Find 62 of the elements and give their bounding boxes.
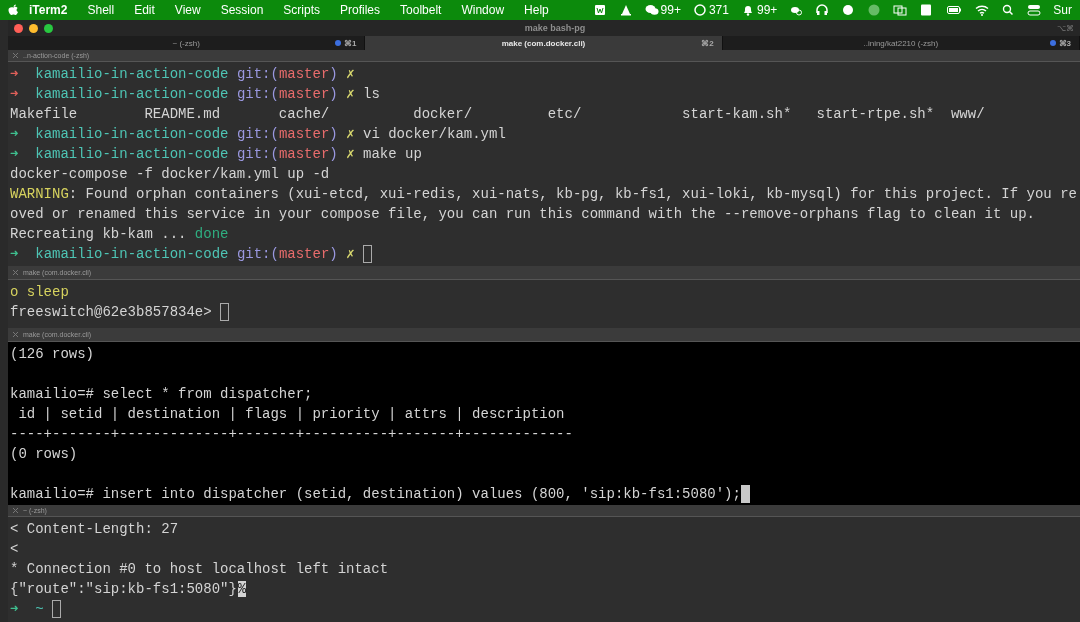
terminal-line: oved or renamed this service in your compose file, you can run this command with the --remove-orphans flag to clean it up. bbox=[10, 205, 1035, 224]
terminal-line: kamailio=# select * from dispatcher; bbox=[10, 385, 313, 404]
terminal-line: kamailio=# insert into dispatcher (setid, destination) values (800, 'sip:kb-fs1:5080'); bbox=[10, 484, 750, 504]
tab-shortcut: ⌘3 bbox=[1058, 38, 1071, 48]
terminal-line: ➜ kamailio-in-action-code git:(master) ✗ bbox=[10, 65, 355, 84]
menu-item[interactable]: Edit bbox=[124, 3, 165, 17]
traffic-cone-icon[interactable] bbox=[618, 4, 633, 16]
chat-bubbles-icon[interactable] bbox=[644, 4, 659, 16]
close-icon[interactable] bbox=[12, 507, 19, 514]
input-source-icon[interactable] bbox=[919, 4, 934, 16]
tab[interactable]: make (com.docker.cli) ⌘2 bbox=[365, 36, 723, 50]
menu-item[interactable]: Help bbox=[514, 3, 559, 17]
terminal-line: docker-compose -f docker/kam.yml up -d bbox=[10, 165, 330, 184]
cloud-clock-icon[interactable] bbox=[789, 4, 804, 16]
zoom-window-button[interactable] bbox=[44, 23, 53, 33]
badge-count: 99+ bbox=[660, 3, 681, 17]
menu-item[interactable]: Shell bbox=[77, 3, 125, 17]
terminal-line: (126 rows) bbox=[10, 345, 94, 364]
speech-bubble-icon[interactable] bbox=[692, 4, 707, 16]
tab-shortcut: ⌘2 bbox=[701, 38, 714, 48]
battery-icon[interactable] bbox=[945, 4, 964, 16]
document-icon[interactable] bbox=[592, 4, 607, 16]
menu-item[interactable]: Scripts bbox=[273, 3, 331, 17]
terminal-line: < bbox=[10, 540, 19, 559]
close-icon[interactable] bbox=[12, 269, 19, 276]
terminal-line: ➜ kamailio-in-action-code git:(master) ✗ ls bbox=[10, 85, 380, 104]
terminal-line: ➜ kamailio-in-action-code git:(master) ✗ make up bbox=[10, 145, 422, 164]
terminal-line: < Content-Length: 27 bbox=[10, 520, 179, 539]
terminal-line: ----+-------+-------------+-------+----------+-------+------------- bbox=[10, 425, 573, 444]
terminal-line: (0 rows) bbox=[10, 445, 78, 464]
close-window-button[interactable] bbox=[14, 23, 23, 33]
terminal-line: Makefile README.md cache/ docker/ etc/ start-kam.sh* start-rtpe.sh* www/ bbox=[10, 105, 985, 124]
badge-count: 371 bbox=[708, 3, 729, 17]
headphones-icon[interactable] bbox=[815, 4, 830, 16]
shortcut-hint: ⌥⌘ bbox=[1057, 23, 1074, 33]
terminal-line: WARNING: Found orphan containers (xui-etcd, xui-redis, xui-nats, kb-pg, kb-fs1, xui-loki, kb-mysql) for this project. If you re bbox=[10, 185, 1077, 204]
menu-bar-clock[interactable]: Sur bbox=[1053, 3, 1072, 17]
search-icon[interactable] bbox=[1001, 4, 1016, 16]
terminal-line: ➜ kamailio-in-action-code git:(master) ✗ bbox=[10, 244, 372, 264]
terminal-line: Recreating kb-kam ... done bbox=[10, 225, 229, 244]
terminal-line: ➜ ~ bbox=[10, 599, 62, 619]
control-center-icon[interactable] bbox=[1027, 4, 1042, 16]
tab-shortcut: ⌘1 bbox=[343, 38, 357, 48]
terminal-line: freeswitch@62e3b857834e> bbox=[10, 302, 230, 322]
app-menu[interactable]: iTerm2 bbox=[19, 3, 78, 17]
close-icon[interactable] bbox=[12, 331, 19, 338]
menu-item[interactable]: View bbox=[164, 3, 211, 17]
menu-item[interactable]: Window bbox=[451, 3, 515, 17]
terminal-line: id | setid | destination | flags | priority | attrs | description bbox=[17, 405, 565, 424]
terminal-line: * Connection #0 to host localhost left intact bbox=[10, 560, 389, 579]
minimize-window-button[interactable] bbox=[29, 23, 38, 33]
menu-item[interactable]: Toolbelt bbox=[390, 3, 452, 17]
window-title: make bash-pg bbox=[524, 23, 586, 33]
apple-logo-icon[interactable] bbox=[8, 3, 19, 17]
terminal-line: o sleep bbox=[10, 283, 69, 302]
menu-item[interactable]: Session bbox=[210, 3, 274, 17]
badge-count: 99+ bbox=[756, 3, 778, 17]
terminal-line: ➜ kamailio-in-action-code git:(master) ✗ vi docker/kam.yml bbox=[10, 125, 506, 144]
close-icon[interactable] bbox=[12, 52, 19, 59]
windows-icon[interactable] bbox=[893, 4, 908, 16]
wifi-icon[interactable] bbox=[975, 4, 990, 16]
menu-item[interactable]: Profiles bbox=[330, 3, 391, 17]
